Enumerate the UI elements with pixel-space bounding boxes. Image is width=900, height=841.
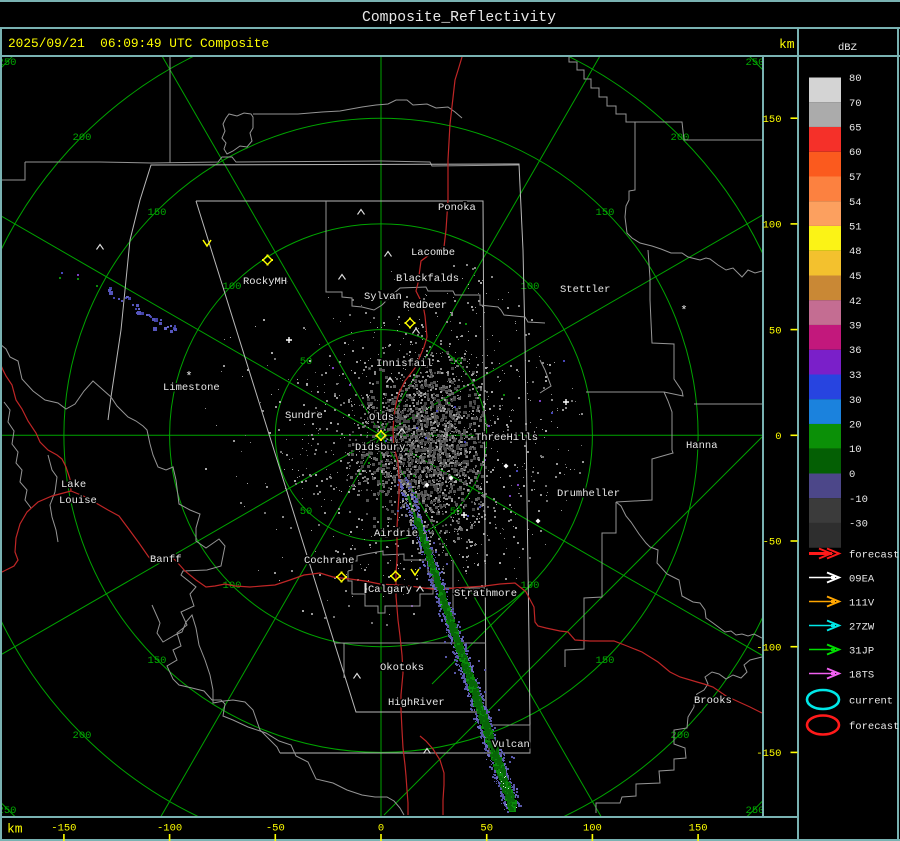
svg-text:Banff: Banff	[150, 554, 182, 566]
svg-text:60: 60	[849, 147, 862, 159]
svg-text:51: 51	[849, 222, 862, 234]
svg-text:250: 250	[746, 805, 765, 817]
svg-text:150: 150	[148, 655, 167, 667]
svg-text:0: 0	[775, 431, 781, 443]
svg-text:Okotoks: Okotoks	[380, 662, 424, 674]
svg-text:current: current	[849, 696, 893, 708]
svg-text:2025/09/21 06:09:49 UTC Compo: 2025/09/21 06:09:49 UTC Composite	[8, 36, 269, 51]
svg-text:ThreeHills: ThreeHills	[475, 432, 538, 444]
svg-text:250: 250	[746, 57, 765, 69]
svg-text:RockyMH: RockyMH	[243, 276, 287, 288]
svg-text:-10: -10	[849, 494, 868, 506]
svg-text:65: 65	[849, 123, 862, 135]
svg-text:Sundre: Sundre	[285, 410, 323, 422]
svg-text:0: 0	[849, 469, 855, 481]
svg-text:Didsbury: Didsbury	[355, 442, 405, 454]
svg-text:Blackfalds: Blackfalds	[396, 273, 459, 285]
svg-text:09EA: 09EA	[849, 574, 875, 586]
svg-text:111V: 111V	[849, 598, 875, 610]
svg-text:70: 70	[849, 98, 862, 110]
svg-text:-100: -100	[157, 823, 182, 835]
svg-text:150: 150	[596, 655, 615, 667]
svg-text:HighRiver: HighRiver	[388, 697, 445, 709]
svg-text:100: 100	[223, 281, 242, 293]
svg-text:18TS: 18TS	[849, 670, 874, 682]
svg-text:-150: -150	[51, 823, 76, 835]
svg-text:33: 33	[849, 370, 862, 382]
svg-text:250: 250	[0, 805, 16, 817]
svg-text:42: 42	[849, 296, 862, 308]
svg-text:Drumheller: Drumheller	[557, 488, 620, 500]
svg-text:150: 150	[763, 114, 782, 126]
svg-text:Brooks: Brooks	[694, 695, 732, 707]
svg-text:forecast: forecast	[849, 721, 899, 733]
svg-text:Lake: Lake	[61, 479, 86, 491]
svg-text:30: 30	[849, 395, 862, 407]
svg-text:45: 45	[849, 271, 862, 283]
svg-text:Calgary: Calgary	[368, 584, 412, 596]
svg-text:forecast: forecast	[849, 550, 899, 562]
svg-text:-150: -150	[756, 748, 781, 760]
svg-text:Louise: Louise	[59, 495, 97, 507]
svg-text:27ZW: 27ZW	[849, 622, 875, 634]
svg-text:Olds: Olds	[369, 412, 394, 424]
svg-text:RedDeer: RedDeer	[403, 300, 447, 312]
svg-text:50: 50	[480, 823, 493, 835]
svg-text:Airdrie: Airdrie	[374, 528, 418, 540]
svg-text:Stettler: Stettler	[560, 284, 610, 296]
svg-text:150: 150	[689, 823, 708, 835]
svg-text:200: 200	[671, 730, 690, 742]
svg-text:Ponoka: Ponoka	[438, 202, 476, 214]
svg-text:100: 100	[763, 220, 782, 232]
svg-text:31JP: 31JP	[849, 646, 874, 658]
svg-text:Hanna: Hanna	[686, 440, 718, 452]
svg-text:-100: -100	[756, 642, 781, 654]
svg-text:36: 36	[849, 345, 862, 357]
svg-text:100: 100	[583, 823, 602, 835]
svg-text:150: 150	[596, 207, 615, 219]
svg-text:10: 10	[849, 444, 862, 456]
svg-text:150: 150	[148, 207, 167, 219]
svg-text:Vulcan: Vulcan	[492, 739, 530, 751]
svg-text:48: 48	[849, 246, 862, 258]
svg-text:20: 20	[849, 420, 862, 432]
svg-text:80: 80	[849, 73, 862, 85]
svg-text:Innisfail: Innisfail	[376, 358, 433, 370]
svg-text:54: 54	[849, 197, 862, 209]
svg-text:Cochrane: Cochrane	[304, 555, 354, 567]
svg-text:-30: -30	[849, 519, 868, 531]
svg-text:57: 57	[849, 172, 862, 184]
svg-text:Lacombe: Lacombe	[411, 247, 455, 259]
svg-text:*: *	[680, 304, 687, 318]
svg-text:50: 50	[769, 325, 782, 337]
svg-text:dBZ: dBZ	[838, 42, 857, 54]
svg-text:Limestone: Limestone	[163, 382, 220, 394]
svg-text:km: km	[7, 822, 23, 837]
svg-text:-50: -50	[763, 537, 782, 549]
svg-text:Composite_Reflectivity: Composite_Reflectivity	[362, 10, 556, 26]
svg-text:0: 0	[378, 823, 384, 835]
svg-text:km: km	[779, 37, 795, 52]
svg-text:200: 200	[73, 132, 92, 144]
svg-text:Sylvan: Sylvan	[364, 291, 402, 303]
svg-text:200: 200	[671, 132, 690, 144]
svg-text:200: 200	[73, 730, 92, 742]
svg-text:39: 39	[849, 321, 862, 333]
svg-text:250: 250	[0, 57, 16, 69]
svg-text:-50: -50	[266, 823, 285, 835]
svg-text:50: 50	[300, 506, 313, 518]
svg-text:Strathmore: Strathmore	[454, 588, 517, 600]
